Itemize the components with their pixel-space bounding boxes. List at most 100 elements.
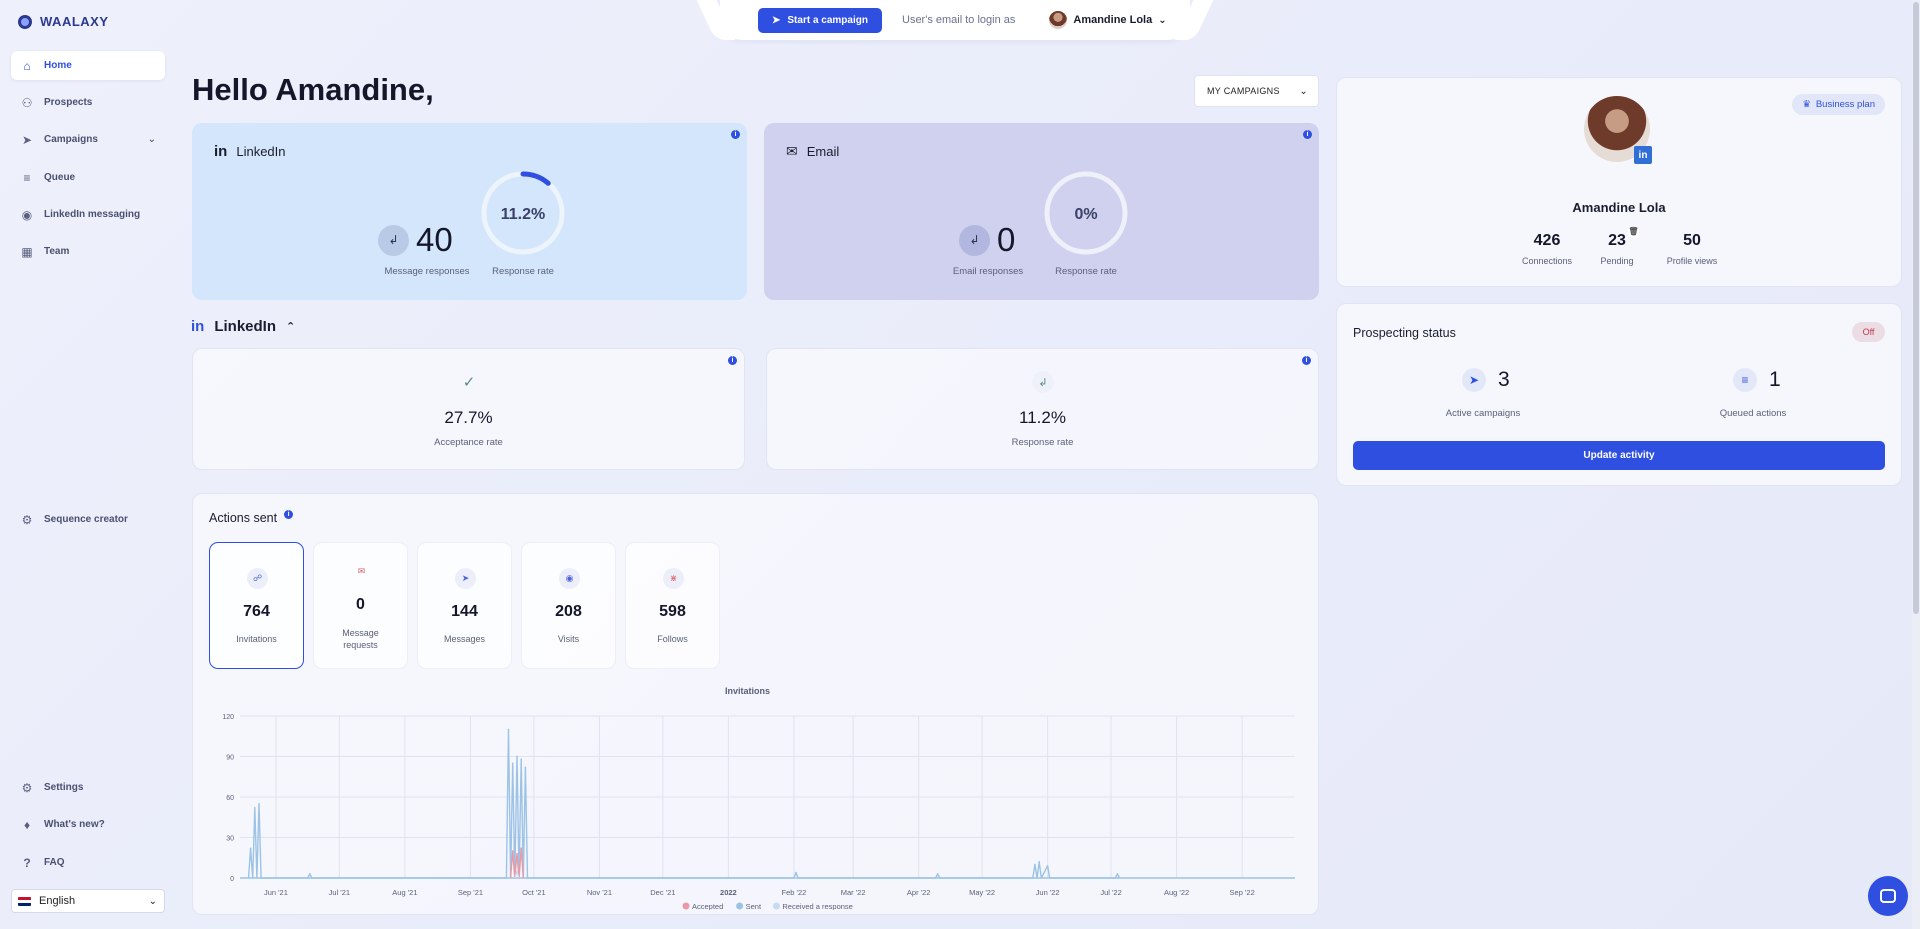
chevron-down-icon: ⌄: [148, 895, 157, 907]
data-point: [507, 728, 510, 731]
start-campaign-button[interactable]: ➤ Start a campaign: [758, 7, 882, 33]
linkedin-section-header[interactable]: in LinkedIn ⌃: [191, 318, 295, 335]
queue-icon: ≡: [23, 170, 31, 185]
acceptance-rate-label: Acceptance rate: [434, 437, 503, 448]
profile-name: Amandine Lola: [1572, 200, 1666, 215]
sidebar-item-faq[interactable]: ? FAQ: [11, 848, 165, 877]
avatar: in: [1584, 96, 1652, 164]
campaign-select[interactable]: MY CAMPAIGNS ⌄: [1194, 75, 1319, 107]
data-point: [520, 847, 522, 850]
sidebar-item-queue[interactable]: ≡ Queue: [11, 163, 165, 192]
top-bar: ➤ Start a campaign User's email to login…: [720, 0, 1190, 40]
response-rate-value: 11.2%: [1019, 408, 1066, 427]
action-card-follows[interactable]: ⋇ 598 Follows: [625, 542, 720, 669]
chat-button[interactable]: [1868, 876, 1908, 916]
data-point: [1116, 873, 1119, 875]
sidebar-item-prospects[interactable]: ⚇ Prospects: [11, 88, 165, 117]
acceptance-rate-card: i ✓ 27.7% Acceptance rate: [192, 348, 745, 470]
sidebar: WAALAXY ⌂ Home ⚇ Prospects ➤ Campaigns ⌄…: [0, 0, 176, 929]
sidebar-item-settings[interactable]: ⚙ Settings: [11, 773, 165, 802]
stat-connections: 426 Connections: [1512, 232, 1582, 266]
trash-icon[interactable]: 🗑: [1628, 227, 1639, 238]
action-card-visits[interactable]: ◉ 208 Visits: [521, 542, 616, 669]
chat-icon: [1880, 889, 1896, 903]
sidebar-item-home[interactable]: ⌂ Home: [11, 51, 165, 80]
users-icon: ⚇: [21, 95, 33, 110]
legend-label: Accepted: [692, 902, 723, 910]
stat-label: Pending: [1600, 256, 1634, 266]
info-icon[interactable]: i: [1303, 130, 1312, 139]
y-tick-label: 60: [226, 795, 234, 802]
scrollbar-thumb[interactable]: [1913, 2, 1919, 614]
action-card-message-requests[interactable]: ✉ 0 Message requests: [313, 542, 408, 669]
x-tick-label: Mar '22: [841, 888, 866, 897]
y-tick-label: 30: [226, 836, 234, 843]
sidebar-item-label: Home: [44, 60, 72, 71]
linkedin-icon: in: [1634, 146, 1652, 164]
queue-icon: ≡: [1733, 368, 1757, 392]
info-icon[interactable]: i: [728, 356, 737, 365]
info-icon[interactable]: i: [1302, 356, 1311, 365]
rss-icon: ⋇: [663, 568, 684, 589]
x-tick-label: Jun '22: [1036, 888, 1060, 897]
y-tick-label: 90: [226, 755, 234, 762]
status-badge[interactable]: Off: [1852, 322, 1885, 342]
email-responses-value: 0: [997, 221, 1016, 258]
check-icon: ✓: [462, 374, 476, 391]
legend-swatch: [736, 902, 744, 910]
message-responses: ↲ 40: [378, 221, 453, 259]
sidebar-item-team[interactable]: ▦ Team: [11, 237, 165, 266]
rocket-icon: ➤: [1462, 368, 1486, 392]
queued-actions: ≡ 1: [1733, 368, 1781, 392]
bell-icon: ♦: [23, 817, 31, 832]
stat-label: Profile views: [1666, 256, 1718, 266]
reply-icon: ↲: [378, 224, 409, 256]
scrollbar[interactable]: [1912, 0, 1920, 929]
action-card-invitations[interactable]: ☍ 764 Invitations: [209, 542, 304, 669]
info-icon[interactable]: i: [731, 130, 740, 139]
reply-icon: ↲: [959, 224, 990, 256]
data-point: [253, 807, 256, 809]
y-tick-label: 0: [230, 876, 234, 883]
sidebar-item-campaigns[interactable]: ➤ Campaigns ⌄: [11, 125, 165, 154]
action-value: 208: [555, 603, 582, 620]
logo[interactable]: WAALAXY: [18, 14, 109, 29]
language-select[interactable]: English ⌄: [11, 889, 165, 913]
logo-text: WAALAXY: [40, 14, 109, 29]
sidebar-item-label: Team: [44, 246, 70, 257]
action-label: Messages: [443, 634, 486, 644]
login-as-hint[interactable]: User's email to login as: [902, 14, 1015, 26]
sidebar-item-label: Campaigns: [44, 134, 98, 145]
sidebar-item-label: Sequence creator: [44, 514, 128, 525]
crown-icon: ♛: [1802, 99, 1811, 110]
sidebar-item-label: LinkedIn messaging: [44, 209, 141, 220]
action-value: 144: [451, 603, 478, 620]
update-activity-button[interactable]: Update activity: [1353, 441, 1885, 470]
legend-label: Received a response: [782, 902, 852, 910]
email-responses: ↲ 0: [959, 221, 1015, 259]
chevron-down-icon: ⌄: [1299, 85, 1308, 97]
sidebar-item-linkedin-messaging[interactable]: ◉ LinkedIn messaging: [11, 200, 165, 229]
user-switcher[interactable]: Amandine Lola ⌄: [1049, 11, 1167, 29]
sidebar-item-label: FAQ: [44, 857, 65, 868]
prospecting-status-card: Prospecting status Off ➤ 3 Active campai…: [1336, 303, 1902, 486]
email-responses-label: Email responses: [952, 266, 1024, 277]
stat-value: 426: [1533, 232, 1561, 249]
plan-badge[interactable]: ♛ Business plan: [1792, 94, 1885, 115]
x-tick-label: Aug '22: [1164, 888, 1189, 897]
pending-value: 23: [1608, 232, 1626, 249]
info-icon[interactable]: i: [284, 509, 294, 519]
stat-profile-views: 50 Profile views: [1657, 232, 1727, 266]
action-card-messages[interactable]: ➤ 144 Messages: [417, 542, 512, 669]
stat-value: 23 🗑: [1587, 227, 1647, 250]
card-title: ✉ Email: [786, 143, 839, 160]
sidebar-item-sequence-creator[interactable]: ⚙ Sequence creator: [11, 505, 165, 534]
queued-actions-value: 1: [1769, 368, 1781, 391]
x-tick-label: Jul '21: [329, 888, 350, 897]
active-campaigns-value: 3: [1498, 368, 1510, 391]
profile-card: ♛ Business plan in Amandine Lola 426 Con…: [1336, 77, 1902, 287]
avatar: [1049, 11, 1068, 29]
question-icon: ?: [23, 855, 31, 870]
sidebar-item-whats-new[interactable]: ♦ What's new?: [11, 810, 165, 839]
response-rate-label: Response rate: [492, 266, 554, 277]
